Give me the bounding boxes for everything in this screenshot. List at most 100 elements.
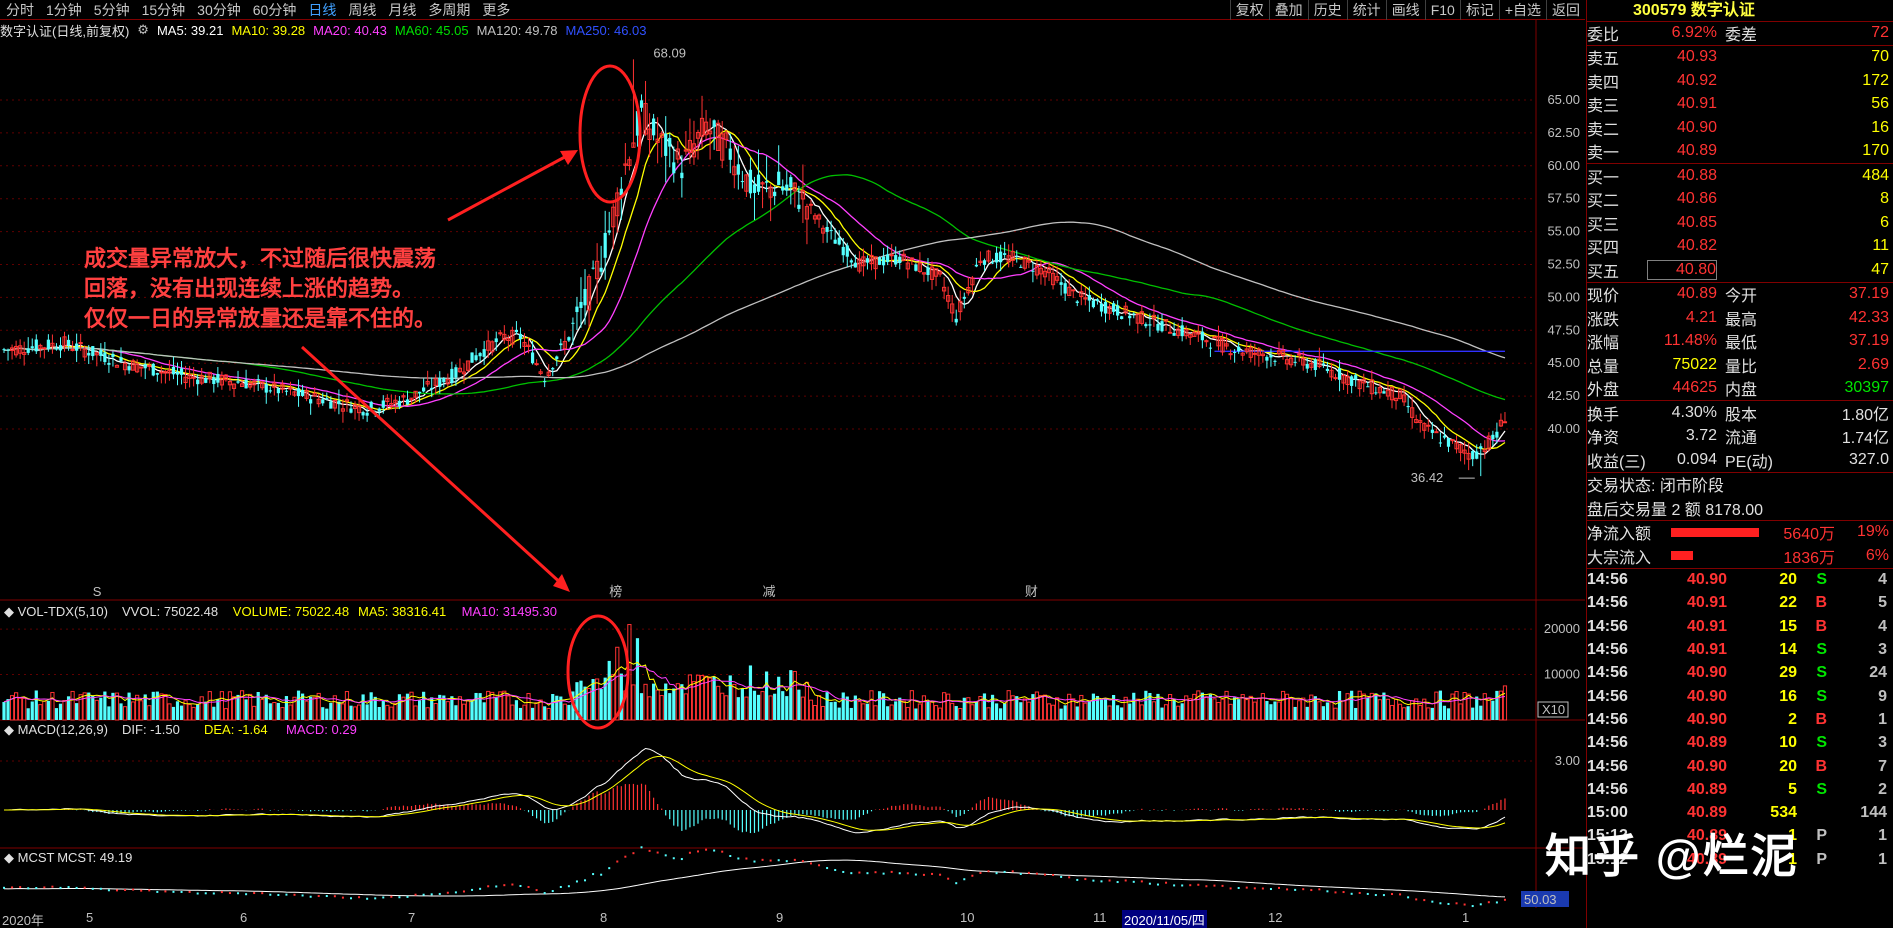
period-tab-daily[interactable]: 日线 bbox=[302, 0, 342, 20]
volume-bar bbox=[889, 704, 894, 721]
candle-body bbox=[482, 349, 486, 357]
mark-button[interactable]: 标记 bbox=[1459, 0, 1499, 20]
value: 37.19 bbox=[1848, 332, 1889, 350]
ask-row[interactable]: 卖三 40.91 56 bbox=[1587, 93, 1893, 117]
back-button[interactable]: 返回 bbox=[1546, 0, 1585, 20]
volume-bar bbox=[1034, 691, 1040, 721]
period-tab[interactable]: 60分钟 bbox=[247, 0, 303, 20]
volume-bar bbox=[457, 696, 463, 721]
volume-bar bbox=[1135, 698, 1140, 721]
mcst-mark bbox=[592, 873, 595, 876]
value: 72 bbox=[1871, 24, 1889, 42]
candle-body bbox=[518, 333, 523, 340]
value: 1836万 bbox=[1783, 549, 1835, 567]
mcst-mark bbox=[204, 892, 207, 895]
period-tab[interactable]: 分时 bbox=[0, 0, 40, 20]
bid-row[interactable]: 买四 40.82 11 bbox=[1587, 235, 1893, 259]
volume-bar bbox=[555, 695, 559, 720]
period-tab[interactable]: 1分钟 bbox=[40, 0, 88, 20]
volume-bar bbox=[288, 704, 293, 721]
mcst-mark bbox=[1132, 880, 1135, 883]
draw-button[interactable]: 画线 bbox=[1385, 0, 1425, 20]
volume-bar bbox=[937, 707, 943, 721]
volume-bar bbox=[982, 693, 987, 720]
volume-bar bbox=[914, 708, 918, 720]
period-tab[interactable]: 周线 bbox=[342, 0, 382, 20]
ask-row[interactable]: 卖二 40.90 16 bbox=[1587, 116, 1893, 140]
date-label: 1 bbox=[1462, 910, 1470, 925]
candle-body bbox=[773, 191, 777, 197]
volume-bar bbox=[167, 703, 172, 721]
label: 委差 bbox=[1725, 27, 1758, 45]
volume-bar bbox=[1495, 690, 1499, 720]
candle-body bbox=[898, 256, 902, 264]
ask-row[interactable]: 卖一 40.89 170 bbox=[1587, 140, 1893, 164]
macd-legend: ◆ MACD(12,26,9) bbox=[4, 722, 108, 737]
volume-tick-label: 10000 bbox=[1544, 667, 1580, 682]
period-tab[interactable]: 多周期 bbox=[422, 0, 476, 20]
candle-body bbox=[1350, 376, 1354, 386]
period-tab[interactable]: 15分钟 bbox=[136, 0, 192, 20]
overlay-button[interactable]: 叠加 bbox=[1268, 0, 1308, 20]
ask-row[interactable]: 卖四 40.92 172 bbox=[1587, 69, 1893, 93]
mcst-mark bbox=[51, 885, 54, 888]
ask-row[interactable]: 卖五 40.93 70 bbox=[1587, 46, 1893, 70]
value: 327.0 bbox=[1848, 450, 1889, 468]
flow-row: 大宗流入 1836万 6% bbox=[1587, 544, 1893, 568]
period-tab[interactable]: 30分钟 bbox=[191, 0, 247, 20]
volume-bar bbox=[825, 692, 829, 720]
candle-body bbox=[1120, 316, 1124, 320]
bid-row[interactable]: 买二 40.86 8 bbox=[1587, 188, 1893, 212]
candle-body bbox=[78, 342, 83, 345]
tick-volume: 29 bbox=[1779, 664, 1797, 682]
volume-bar bbox=[518, 707, 523, 720]
volume-bar bbox=[595, 678, 600, 721]
kline-chart[interactable]: 65.00 62.50 60.00 57.50 55.00 52.50 50.00 47.50… bbox=[0, 20, 1585, 908]
volume-bar bbox=[1256, 697, 1261, 721]
f10-button[interactable]: F10 bbox=[1424, 0, 1460, 20]
volume-bar bbox=[1434, 691, 1439, 721]
price: 40.85 bbox=[1676, 213, 1717, 231]
candle-body bbox=[579, 301, 583, 308]
mcst-mark bbox=[1479, 903, 1482, 906]
stats-button[interactable]: 统计 bbox=[1346, 0, 1386, 20]
fuquan-button[interactable]: 复权 bbox=[1229, 0, 1269, 20]
tick-direction: P bbox=[1816, 850, 1827, 868]
value: 1.74亿 bbox=[1841, 430, 1889, 448]
period-tab-more[interactable]: 更多 bbox=[476, 0, 516, 20]
history-button[interactable]: 历史 bbox=[1307, 0, 1347, 20]
candle-body bbox=[1475, 451, 1479, 459]
candle-body bbox=[789, 177, 793, 188]
period-tab[interactable]: 5分钟 bbox=[88, 0, 136, 20]
candle-body bbox=[329, 401, 333, 409]
volume-bar bbox=[950, 702, 955, 721]
volume-bar bbox=[728, 675, 732, 720]
tick-row: 14:56 40.91 15 B 4 bbox=[1587, 615, 1893, 638]
label: 卖三 bbox=[1587, 98, 1620, 116]
period-tab[interactable]: 月线 bbox=[382, 0, 422, 20]
volume-bar bbox=[1301, 697, 1306, 721]
volume-bar bbox=[1297, 700, 1302, 721]
mcst-mark bbox=[1189, 884, 1192, 887]
candle-body bbox=[159, 371, 164, 374]
bid-row[interactable]: 买三 40.85 6 bbox=[1587, 211, 1893, 235]
candle-body bbox=[284, 390, 289, 392]
volume-bar bbox=[127, 692, 131, 720]
volume-bar bbox=[917, 703, 923, 721]
mcst-mark bbox=[511, 883, 514, 886]
volume-bar bbox=[683, 693, 688, 721]
volume-bar bbox=[1418, 705, 1423, 721]
candle-body bbox=[982, 260, 987, 265]
volume-bar bbox=[82, 692, 87, 721]
add-watchlist-button[interactable]: +自选 bbox=[1498, 0, 1546, 20]
bid-row[interactable]: 买五 40.80 47 bbox=[1587, 258, 1893, 282]
mcst-mark bbox=[1237, 887, 1240, 890]
candle-body bbox=[1031, 270, 1035, 272]
quote-row: 涨幅 11.48% 最低 37.19 bbox=[1587, 330, 1893, 354]
volume-bar bbox=[309, 696, 313, 720]
bid-row[interactable]: 买一 40.88 484 bbox=[1587, 164, 1893, 188]
candle-body bbox=[325, 398, 329, 400]
volume-bar bbox=[768, 695, 773, 721]
volume-bar bbox=[381, 700, 385, 720]
candle-body bbox=[1144, 324, 1148, 327]
